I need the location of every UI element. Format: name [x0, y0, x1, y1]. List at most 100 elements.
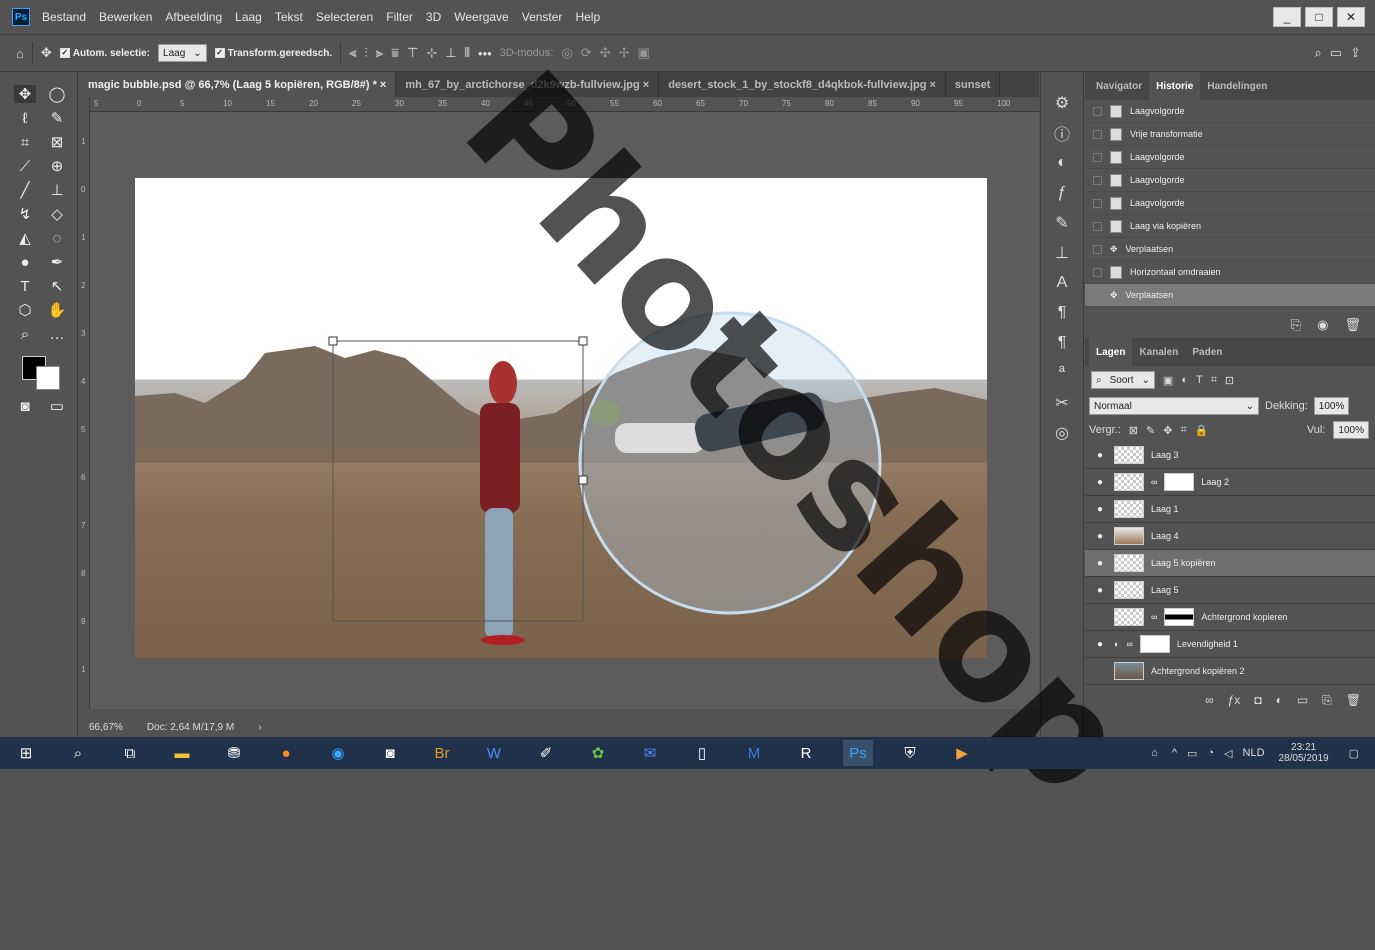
link-layers-icon[interactable]: ∞	[1205, 693, 1214, 707]
lock-transparency-icon[interactable]: ⊠	[1129, 424, 1138, 437]
crop-tool-icon[interactable]: ⌗	[14, 134, 36, 151]
fx-icon[interactable]: ƒx	[1228, 693, 1241, 707]
shape-filter-icon[interactable]: ⌗	[1211, 374, 1217, 387]
layer-comps-icon[interactable]: ◎	[1041, 418, 1083, 448]
stamp-tool-icon[interactable]: ⊥	[46, 181, 68, 199]
history-checkbox[interactable]	[1093, 198, 1102, 208]
roll-3d-icon[interactable]: ⟳	[581, 45, 592, 61]
layer-row[interactable]: ● Laag 1	[1085, 496, 1375, 523]
status-arrow[interactable]: ›	[258, 722, 261, 733]
shape-tool-icon[interactable]: ⬡	[14, 301, 36, 319]
share-icon[interactable]: ⇪	[1350, 45, 1361, 61]
move-tool-icon[interactable]: ✥	[14, 85, 36, 103]
history-checkbox[interactable]	[1093, 106, 1102, 116]
restore-button[interactable]: □	[1305, 7, 1333, 27]
menu-bestand[interactable]: Bestand	[42, 10, 86, 24]
close-icon[interactable]: ×	[643, 79, 649, 91]
opacity-input[interactable]: 100%	[1313, 397, 1350, 415]
tab-magic-bubble[interactable]: magic bubble.psd @ 66,7% (Laag 5 kopiëre…	[79, 72, 397, 97]
info-icon[interactable]: ⓘ	[1041, 118, 1083, 148]
align-left-icon[interactable]: ⫷	[349, 45, 356, 61]
camera-3d-icon[interactable]: ▣	[638, 45, 650, 61]
photoshop-taskbar-icon[interactable]: Ps	[843, 740, 873, 766]
character-icon[interactable]: A	[1041, 268, 1083, 298]
transform-handle[interactable]	[328, 336, 338, 346]
type-tool-icon[interactable]: T	[14, 278, 36, 295]
notepad-icon[interactable]: ▯	[687, 740, 717, 766]
outlook-icon[interactable]: ✉	[635, 740, 665, 766]
paragraph-styles-icon[interactable]: ¶	[1041, 328, 1083, 358]
trash-icon[interactable]: 🗑	[1346, 693, 1361, 707]
teamviewer-icon[interactable]: ◉	[323, 740, 353, 766]
brush-tool-icon[interactable]: ╱	[14, 181, 36, 199]
menu-help[interactable]: Help	[575, 10, 600, 24]
history-item[interactable]: Laagvolgorde	[1085, 169, 1375, 192]
lasso-tool-icon[interactable]: ℓ	[14, 110, 36, 127]
clone-source-icon[interactable]: ⊥	[1041, 238, 1083, 268]
menu-filter[interactable]: Filter	[386, 10, 413, 24]
fx-icon[interactable]: ƒ	[1041, 178, 1083, 208]
character-styles-icon[interactable]: ª	[1041, 358, 1083, 388]
paragraph-icon[interactable]: ¶	[1041, 298, 1083, 328]
clock[interactable]: 23:21 28/05/2019	[1279, 742, 1329, 764]
visibility-eye-icon[interactable]: ●	[1093, 531, 1107, 542]
layer-row[interactable]: ∞ Achtergrond kopieren	[1085, 604, 1375, 631]
store-icon[interactable]: ⛃	[219, 740, 249, 766]
mask-thumbnail[interactable]	[1164, 473, 1195, 491]
visibility-eye-icon[interactable]: ●	[1093, 477, 1107, 488]
minimize-button[interactable]: _	[1273, 7, 1301, 27]
history-item[interactable]: ✥ Verplaatsen	[1085, 284, 1375, 307]
pen-app-icon[interactable]: ✐	[531, 740, 561, 766]
media-icon[interactable]: ▶	[947, 740, 977, 766]
align-top-icon[interactable]: ⊤	[407, 45, 418, 61]
history-checkbox[interactable]	[1093, 152, 1102, 162]
zoom-level[interactable]: 66,67%	[89, 722, 123, 733]
mask-thumbnail[interactable]	[1139, 635, 1170, 653]
menu-laag[interactable]: Laag	[235, 10, 262, 24]
language-indicator[interactable]: NLD	[1243, 747, 1265, 759]
eyedropper-icon[interactable]: ⟋	[14, 158, 36, 175]
tab-sunset[interactable]: sunset	[946, 72, 1001, 97]
adjustment-icon[interactable]: ◐	[1276, 693, 1283, 707]
menu-tekst[interactable]: Tekst	[275, 10, 303, 24]
history-checkbox[interactable]	[1093, 221, 1102, 231]
trash-icon[interactable]: 🗑	[1344, 317, 1361, 333]
pen-tool-icon[interactable]: ✒	[46, 253, 68, 271]
tab-navigator[interactable]: Navigator	[1089, 72, 1149, 100]
volume-icon[interactable]: ◁	[1224, 747, 1232, 760]
wifi-icon[interactable]: ◔	[1207, 747, 1214, 759]
history-item[interactable]: ✥ Verplaatsen	[1085, 238, 1375, 261]
layer-row[interactable]: ● ◐ ∞ Levendigheid 1	[1085, 631, 1375, 658]
file-explorer-icon[interactable]: ▬	[167, 740, 197, 766]
layer-row[interactable]: ● Laag 4	[1085, 523, 1375, 550]
search-icon[interactable]: ⌕	[63, 740, 93, 766]
visibility-eye-icon[interactable]: ●	[1093, 585, 1107, 596]
firefox-icon[interactable]: ●	[271, 740, 301, 766]
blur-tool-icon[interactable]: ◌	[46, 230, 68, 247]
history-item[interactable]: Laagvolgorde	[1085, 100, 1375, 123]
menu-3d[interactable]: 3D	[426, 10, 441, 24]
history-checkbox[interactable]	[1093, 175, 1102, 185]
move-tool-icon[interactable]: ✥	[41, 45, 52, 61]
group-folder-icon[interactable]: ▭	[1297, 693, 1308, 707]
battery-icon[interactable]: ▭	[1187, 747, 1197, 760]
tray-chevron-icon[interactable]: ^	[1172, 747, 1177, 759]
menu-venster[interactable]: Venster	[522, 10, 563, 24]
history-checkbox[interactable]	[1093, 244, 1102, 254]
notifications-icon[interactable]: ▢	[1349, 747, 1359, 760]
malwarebytes-icon[interactable]: M	[739, 740, 769, 766]
adjustment-filter-icon[interactable]: ◐	[1181, 374, 1188, 386]
task-view-icon[interactable]: ⧉	[115, 740, 145, 766]
paint-bucket-icon[interactable]: ◭	[14, 229, 36, 247]
background-color[interactable]	[36, 366, 60, 390]
camera-icon[interactable]: ◉	[1317, 317, 1328, 333]
shield-icon[interactable]: ⛨	[895, 740, 925, 766]
close-icon[interactable]: ×	[929, 79, 935, 91]
history-item[interactable]: Laag via kopiëren	[1085, 215, 1375, 238]
tool-presets-icon[interactable]: ✂	[1041, 388, 1083, 418]
new-layer-icon[interactable]: ⎘	[1322, 693, 1332, 708]
lock-artboard-icon[interactable]: ⌗	[1180, 424, 1186, 437]
marquee-tool-icon[interactable]: ◯	[46, 85, 68, 103]
workspace-icon[interactable]: ▭	[1330, 45, 1342, 61]
home-icon[interactable]: ⌂	[16, 46, 24, 61]
